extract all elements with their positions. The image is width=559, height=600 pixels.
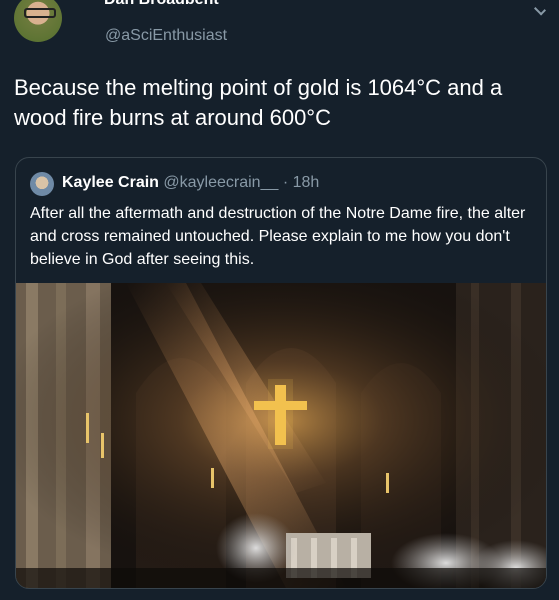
author-handle[interactable]: @aSciEnthusiast (105, 27, 227, 45)
cathedral-interior-image (16, 283, 546, 588)
quoted-author-name: Kaylee Crain (62, 174, 159, 191)
quoted-tweet-photo[interactable] (16, 283, 546, 588)
author-avatar[interactable] (14, 0, 62, 42)
quoted-author-line: Kaylee Crain @kayleecrain__ · 18h (62, 174, 319, 192)
avatar-glasses (24, 8, 56, 18)
author-name[interactable]: Dan Broadbent (104, 0, 219, 9)
quoted-author-handle: @kayleecrain__ (163, 174, 279, 191)
quoted-timestamp: 18h (292, 174, 320, 191)
quoted-tweet[interactable]: Kaylee Crain @kayleecrain__ · 18h After … (15, 157, 547, 589)
tweet-text: Because the melting point of gold is 106… (14, 75, 503, 130)
quoted-separator: · (282, 174, 289, 191)
quoted-author-avatar (30, 172, 54, 196)
tweet-header: Dan Broadbent @aSciEnthusiast (0, 0, 559, 70)
quoted-tweet-text: After all the aftermath and destruction … (30, 205, 526, 268)
chevron-down-icon[interactable] (533, 3, 547, 16)
